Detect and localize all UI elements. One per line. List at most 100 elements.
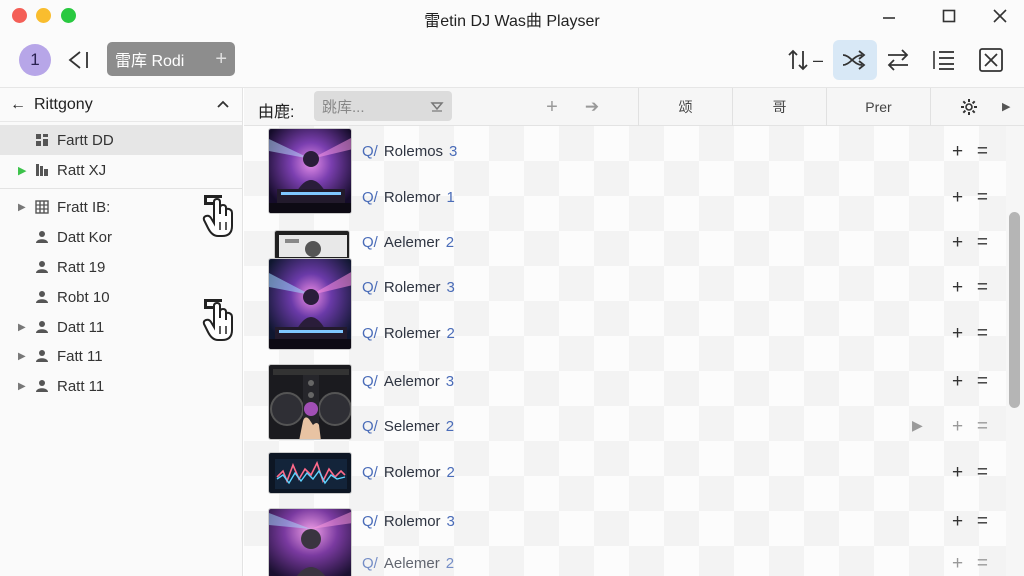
- forward-button[interactable]: ➔: [579, 94, 605, 120]
- grid-icon: [34, 132, 50, 148]
- close-panel-button[interactable]: [971, 40, 1011, 80]
- track-title: Rolemos: [383, 143, 444, 160]
- add-to-queue-icon[interactable]: +: [952, 187, 963, 209]
- track-title: Rolemer: [383, 279, 441, 296]
- menu-lines-icon[interactable]: =: [977, 553, 988, 575]
- chevron-right-icon[interactable]: ▶: [18, 351, 32, 362]
- maximize-button[interactable]: [936, 4, 962, 28]
- settings-button[interactable]: [930, 88, 1006, 126]
- menu-lines-icon[interactable]: =: [977, 511, 988, 533]
- track-title: Aelemor: [383, 373, 440, 390]
- chevron-up-icon: [217, 100, 229, 108]
- person-icon: [34, 259, 50, 275]
- add-to-queue-icon[interactable]: +: [952, 553, 963, 575]
- plus-icon: +: [546, 95, 558, 118]
- add-to-queue-icon[interactable]: +: [952, 416, 963, 438]
- track-list: Q/Rolemos 3 + = Q/Rolemor 1 + = Q/Aelemer 2 +…: [244, 126, 1006, 576]
- track-number: 2: [445, 418, 455, 435]
- menu-lines-icon[interactable]: =: [977, 416, 988, 438]
- track-row[interactable]: Q/Rolemer 2 + =: [244, 314, 1006, 354]
- sidebar-item-ratt-xj[interactable]: ▶ Ratt XJ: [0, 155, 242, 185]
- back-button[interactable]: [64, 45, 94, 75]
- track-row[interactable]: Q/Selemer 2 ▶ + =: [244, 407, 1006, 447]
- track-prefix: Q/: [362, 555, 378, 572]
- scrollbar-thumb[interactable]: [1009, 212, 1020, 408]
- track-actions: + =: [952, 140, 988, 164]
- menu-lines-icon[interactable]: =: [977, 371, 988, 393]
- add-icon[interactable]: +: [215, 48, 227, 71]
- window-title: 雷etin DJ Was曲 Playser: [424, 13, 600, 30]
- add-to-queue-icon[interactable]: +: [952, 277, 963, 299]
- track-prefix: Q/: [362, 325, 378, 342]
- filter-select-value: 跳库...: [322, 98, 365, 116]
- sidebar-divider: [0, 188, 242, 189]
- sidebar-item-ratt-19[interactable]: Ratt 19: [0, 252, 242, 282]
- person-icon: [34, 319, 50, 335]
- track-row[interactable]: Q/Rolemer 3 + =: [244, 268, 1006, 308]
- track-title: Selemer: [383, 418, 440, 435]
- add-to-queue-icon[interactable]: +: [952, 141, 963, 163]
- close-button[interactable]: [987, 4, 1013, 28]
- column-header-3[interactable]: Prer: [826, 88, 930, 126]
- sidebar-item-label: Ratt 11: [57, 377, 105, 395]
- sidebar-item-label: Fatt 11: [57, 347, 103, 365]
- sidebar-item-fartt-dd[interactable]: Fartt DD: [0, 125, 242, 155]
- play-icon[interactable]: ▶: [912, 417, 923, 434]
- repeat-button[interactable]: [878, 40, 918, 80]
- close-icon: [993, 9, 1007, 23]
- track-row[interactable]: Q/Rolemor 1 + =: [244, 178, 1006, 218]
- track-number: 2: [446, 464, 455, 481]
- track-prefix: Q/: [362, 279, 378, 296]
- library-dropdown[interactable]: 雷库 Rodi +: [107, 42, 235, 76]
- sidebar-item-label: Ratt 19: [57, 258, 106, 276]
- track-row[interactable]: Q/Aelemer 2 + =: [244, 544, 1006, 576]
- queue-button[interactable]: [924, 40, 964, 80]
- sidebar-header[interactable]: ← Rittgony: [0, 88, 242, 122]
- menu-lines-icon[interactable]: =: [977, 323, 988, 345]
- menu-lines-icon[interactable]: =: [977, 187, 988, 209]
- chevron-right-icon[interactable]: ▶: [18, 381, 32, 392]
- sidebar-title: Rittgony: [34, 95, 93, 113]
- scroll-columns-right-icon[interactable]: ▶: [1002, 100, 1010, 113]
- track-row[interactable]: Q/Aelemer 2 + =: [244, 223, 1006, 263]
- track-row[interactable]: Q/Rolemor 2 + =: [244, 453, 1006, 493]
- track-row[interactable]: Q/Rolemos 3 + =: [244, 132, 1006, 172]
- menu-lines-icon[interactable]: =: [977, 277, 988, 299]
- add-to-queue-icon[interactable]: +: [952, 323, 963, 345]
- track-prefix: Q/: [362, 513, 378, 530]
- track-prefix: Q/: [362, 189, 378, 206]
- track-title: Rolemer: [383, 325, 441, 342]
- column-header-1[interactable]: 颂: [638, 88, 732, 126]
- track-row[interactable]: Q/Rolemor 3 + =: [244, 502, 1006, 542]
- add-to-queue-icon[interactable]: +: [952, 511, 963, 533]
- column-header-2[interactable]: 哥: [732, 88, 826, 126]
- chevron-right-icon[interactable]: ▶: [18, 322, 32, 333]
- track-title: Rolemor: [383, 189, 441, 206]
- sidebar-item-fatt-11[interactable]: ▶ Fatt 11: [0, 341, 242, 371]
- track-actions: + =: [952, 415, 988, 439]
- swap-arrows-icon: [887, 49, 909, 71]
- person-icon: [34, 378, 50, 394]
- arrow-left-icon: ←: [10, 95, 26, 113]
- menu-lines-icon[interactable]: =: [977, 462, 988, 484]
- track-actions: + =: [952, 510, 988, 534]
- shuffle-button[interactable]: [833, 40, 877, 80]
- track-row[interactable]: Q/Aelemor 3 + =: [244, 362, 1006, 402]
- add-to-queue-icon[interactable]: +: [952, 462, 963, 484]
- track-title: Rolemor: [383, 513, 441, 530]
- chevron-right-icon[interactable]: ▶: [18, 202, 32, 213]
- menu-lines-icon[interactable]: =: [977, 232, 988, 254]
- add-to-queue-icon[interactable]: +: [952, 232, 963, 254]
- library-icon: [34, 162, 50, 178]
- minimize-button[interactable]: [876, 4, 902, 28]
- maximize-icon: [942, 9, 956, 23]
- track-prefix: Q/: [362, 234, 378, 251]
- menu-lines-icon[interactable]: =: [977, 141, 988, 163]
- sidebar-item-ratt-11[interactable]: ▶ Ratt 11: [0, 371, 242, 401]
- add-to-queue-icon[interactable]: +: [952, 371, 963, 393]
- add-filter-button[interactable]: +: [539, 94, 565, 120]
- filter-select[interactable]: 跳库...: [314, 91, 452, 121]
- sidebar-item-label: Robt 10: [57, 288, 110, 306]
- avatar[interactable]: 1: [19, 44, 51, 76]
- play-icon: ▶: [18, 164, 27, 177]
